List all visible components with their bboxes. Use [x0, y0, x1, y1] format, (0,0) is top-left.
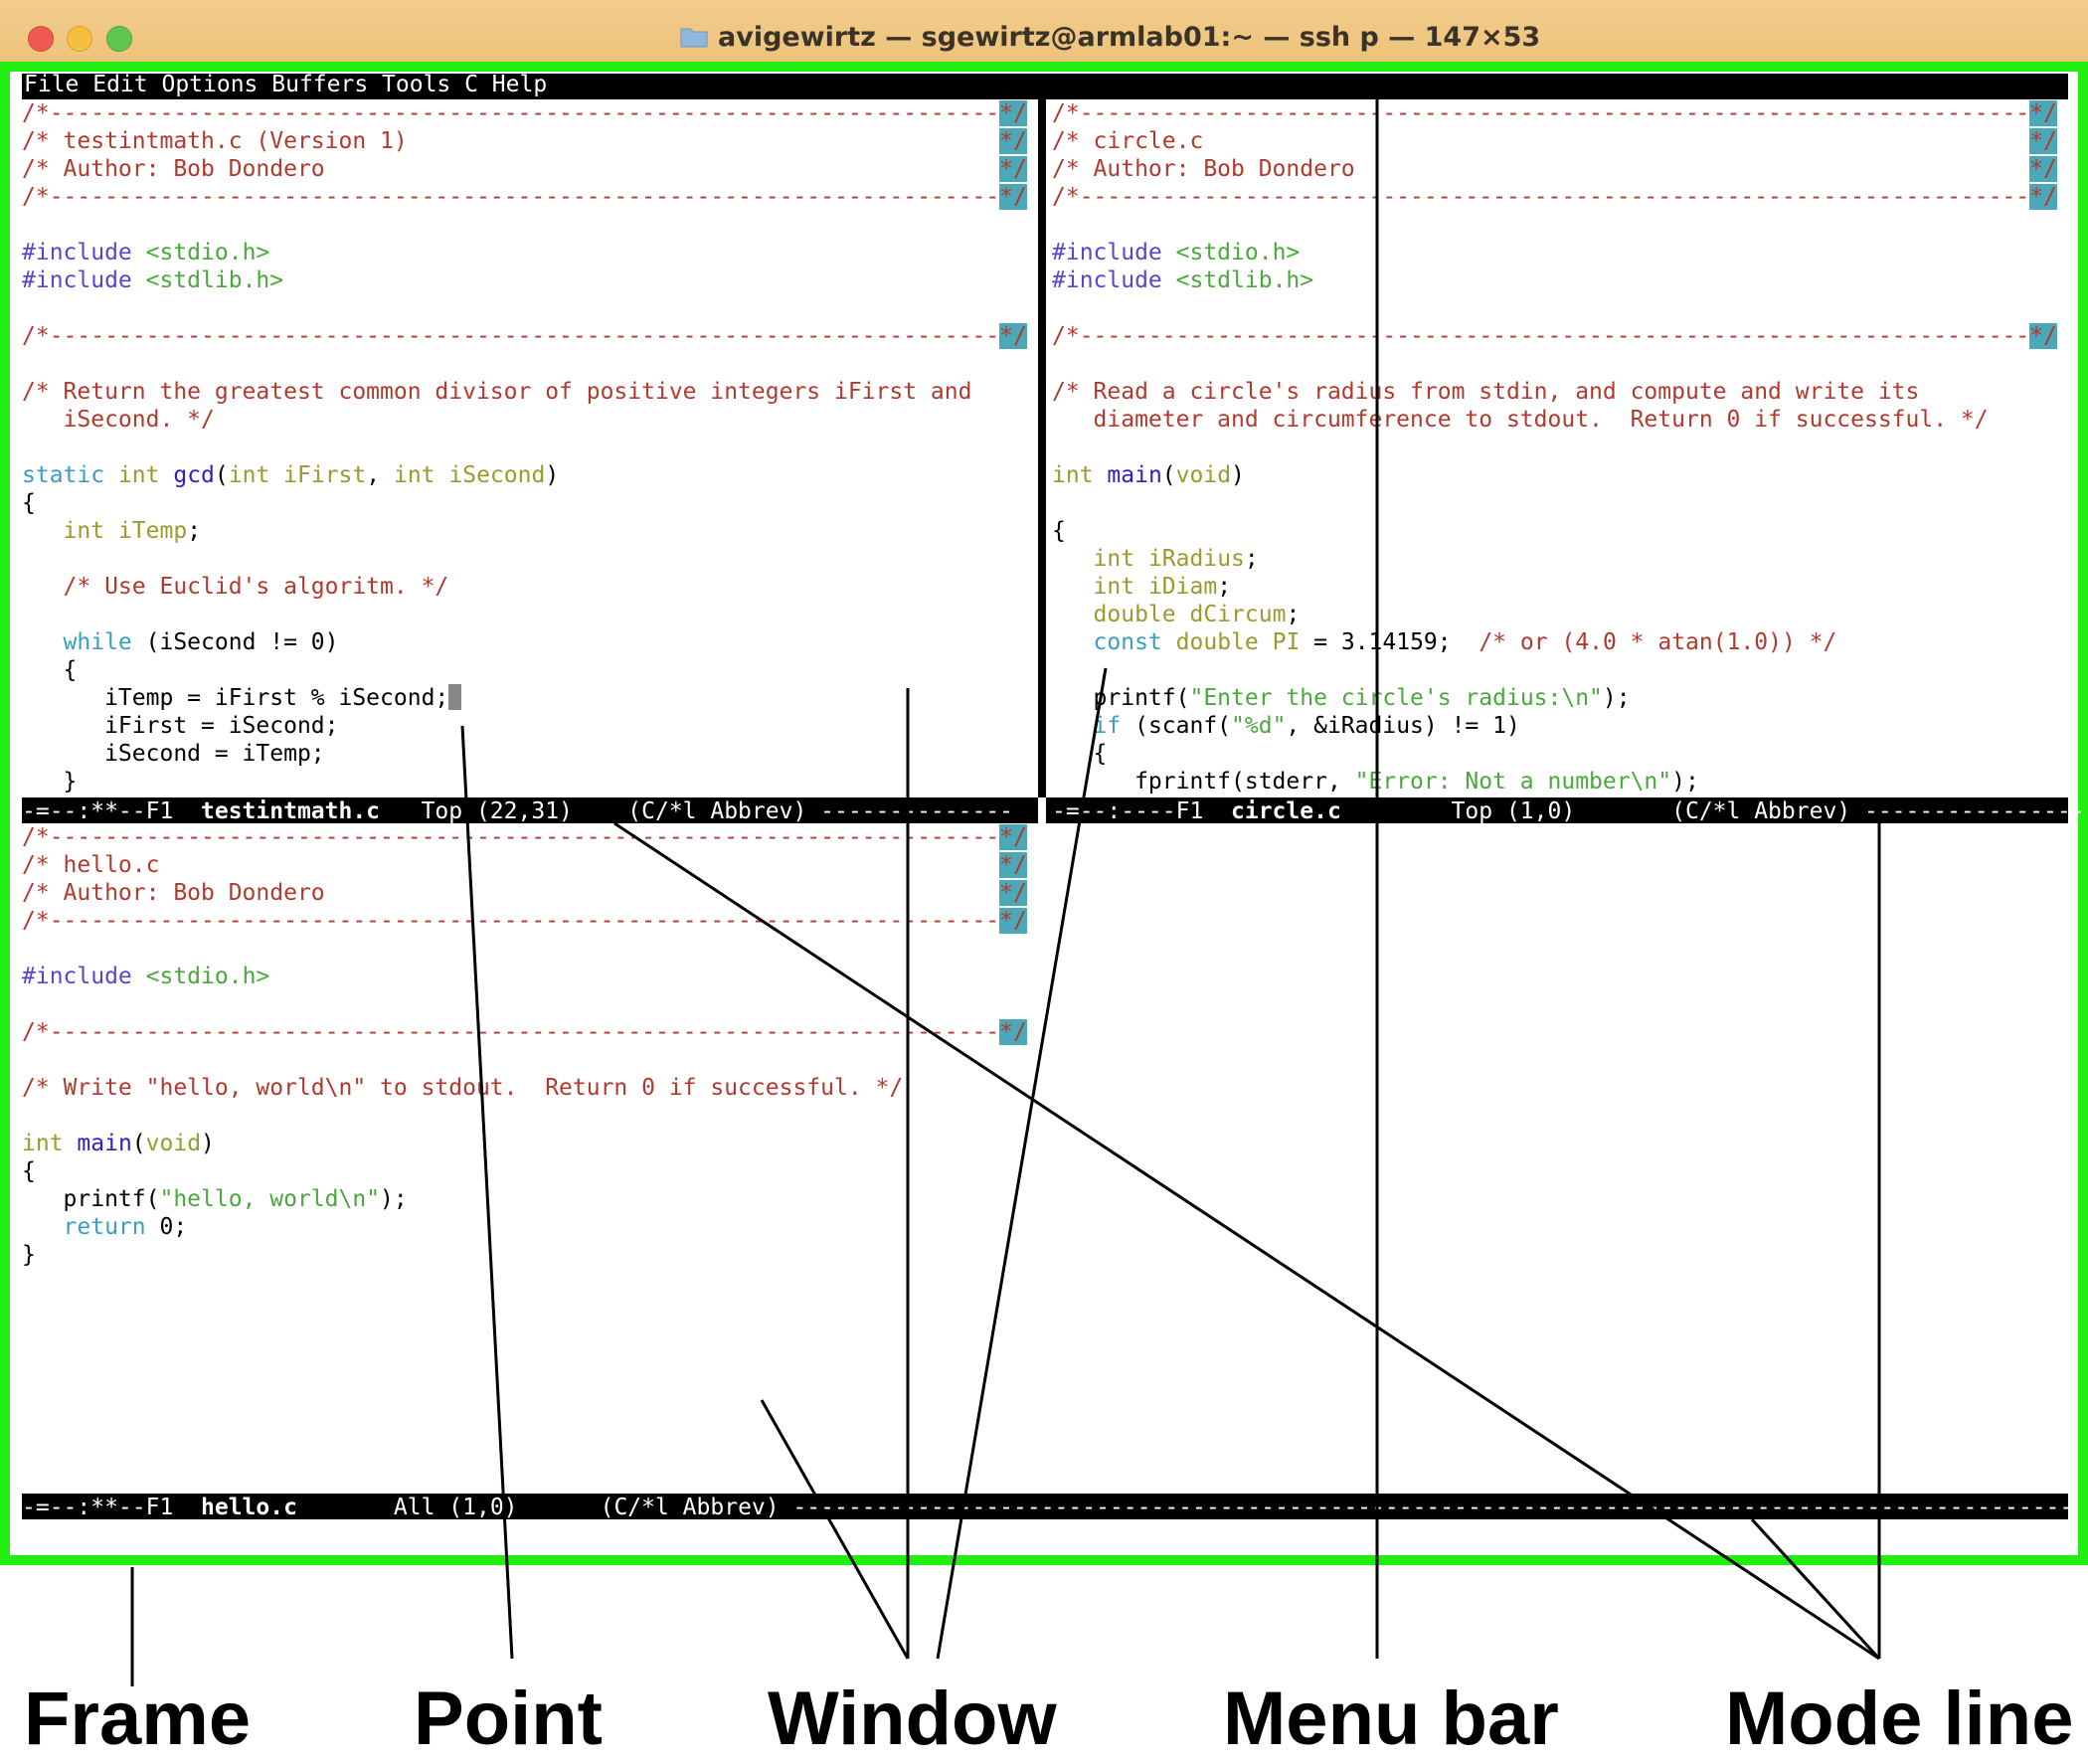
label-menu-bar: Menu bar	[1223, 1676, 1559, 1761]
annotation-lines	[130, 99, 1881, 1686]
label-window: Window	[768, 1676, 1057, 1761]
window-pointer-line-a	[760, 1399, 910, 1660]
window-pointer-line-c	[936, 667, 1108, 1660]
label-point: Point	[414, 1676, 603, 1761]
modeline-pointer-line-b	[1750, 1517, 1881, 1661]
modeline-pointer-line-a	[613, 821, 1880, 1661]
label-frame: Frame	[24, 1676, 252, 1761]
point-pointer-line	[460, 725, 514, 1660]
label-mode-line: Mode line	[1725, 1676, 2074, 1761]
